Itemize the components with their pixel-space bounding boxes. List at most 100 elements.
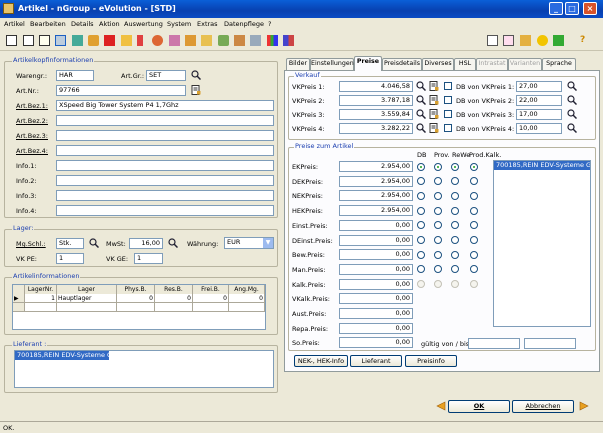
search-icon[interactable] (89, 238, 99, 248)
preis-field[interactable]: 2.954,00 (339, 175, 413, 187)
search-icon[interactable] (416, 109, 426, 119)
db-checkbox[interactable] (444, 110, 452, 118)
ok-button[interactable]: OK (448, 400, 510, 413)
db-radio[interactable] (417, 236, 425, 244)
menu-extras[interactable]: Extras (197, 20, 218, 28)
preis-field[interactable]: 2.954,00 (339, 161, 413, 172)
prodkalk-radio[interactable] (470, 191, 478, 200)
rewe-radio[interactable] (451, 250, 459, 259)
prodkalk-radio[interactable] (470, 206, 478, 215)
search-icon[interactable] (567, 95, 577, 105)
info2-field[interactable] (56, 175, 274, 186)
lager-table[interactable]: LagerNr. Lager Phys.B. Res.B. Frei.B. An… (12, 284, 266, 330)
search-icon[interactable] (416, 81, 426, 91)
home-icon[interactable] (152, 35, 163, 46)
prodkalk-radio[interactable] (470, 236, 478, 244)
warengr-field[interactable]: HAR (56, 70, 94, 81)
info3-field[interactable] (56, 190, 274, 201)
rewe-radio[interactable] (451, 206, 459, 215)
prev-arrow-icon[interactable] (436, 401, 446, 411)
db-radio[interactable] (417, 250, 425, 259)
menu-datenpflege[interactable]: Datenpflege (224, 20, 264, 28)
tab-hsl[interactable]: HSL (454, 58, 476, 70)
menu-artikel[interactable]: Artikel (4, 20, 25, 28)
bez2-field[interactable] (56, 115, 274, 126)
preis-field[interactable]: 0,00 (339, 249, 413, 261)
preis-field[interactable]: 0,00 (339, 278, 413, 290)
search-icon[interactable] (191, 70, 201, 80)
window-icon[interactable] (55, 35, 66, 46)
vkpreis-field[interactable]: 3.787,18 (339, 95, 413, 106)
prodkalk-radio[interactable] (470, 250, 478, 259)
preis-field[interactable]: 2.954,00 (339, 205, 413, 217)
statistics-icon[interactable] (283, 35, 294, 46)
search-icon[interactable] (567, 123, 577, 133)
vkpreis-field[interactable]: 4.046,58 (339, 81, 413, 92)
edit-doc-icon[interactable] (429, 123, 439, 133)
prov-radio[interactable] (434, 250, 442, 259)
help-icon[interactable]: ? (580, 35, 591, 46)
close-button[interactable]: × (583, 2, 597, 15)
table-cell[interactable]: Hauptlager (57, 294, 117, 303)
tab-preise[interactable]: Preise (354, 56, 382, 71)
folder-icon[interactable] (121, 35, 132, 46)
col-lager[interactable]: Lager (57, 285, 117, 294)
edit-doc-icon[interactable] (429, 81, 439, 91)
nek-hek-info-button[interactable]: NEK-, HEK-Info (294, 355, 348, 367)
prov-radio[interactable] (434, 162, 442, 171)
archive-icon[interactable] (201, 35, 212, 46)
prov-radio[interactable] (434, 206, 442, 215)
export-icon[interactable] (553, 35, 564, 46)
info1-field[interactable] (56, 160, 274, 171)
prov-radio[interactable] (434, 191, 442, 200)
col-physb[interactable]: Phys.B. (117, 285, 155, 294)
chevron-down-icon[interactable]: ▼ (263, 238, 273, 248)
vkpreis-field[interactable]: 3.559,84 (339, 109, 413, 120)
tab-varianten[interactable]: Varianten (508, 58, 542, 70)
bez1-field[interactable]: XSpeed Big Tower System P4 1,7Ghz (56, 100, 274, 111)
gueltig-bis-field[interactable] (524, 338, 576, 349)
col-lagernr[interactable]: LagerNr. (25, 285, 57, 294)
table-cell[interactable]: 1 (25, 294, 57, 303)
tab-einstellungen[interactable]: Einstellungen (310, 58, 354, 70)
tab-preisdetails[interactable]: Preisdetails (382, 58, 422, 70)
tab-bilder[interactable]: Bilder (286, 58, 310, 70)
cancel-icon[interactable] (39, 35, 50, 46)
db-vkpreis-field[interactable]: 22,00 (516, 95, 562, 106)
document-attach-icon[interactable] (503, 35, 514, 46)
vkge-field[interactable]: 1 (134, 253, 163, 264)
tab-intrastat[interactable]: Intrastat (476, 58, 508, 70)
waehrung-select[interactable]: EUR ▼ (224, 237, 274, 249)
lieferant-button[interactable]: Lieferant (350, 355, 402, 367)
table-cell[interactable]: 0 (117, 294, 155, 303)
col-resb[interactable]: Res.B. (155, 285, 193, 294)
list-item[interactable]: 700185,REIN EDV-Systeme GmbH (494, 161, 590, 170)
vkpreis-field[interactable]: 3.282,22 (339, 123, 413, 134)
search-doc-icon[interactable] (23, 35, 34, 46)
vkpe-field[interactable]: 1 (56, 253, 84, 264)
marker-icon[interactable] (137, 35, 143, 46)
tab-sprache[interactable]: Sprache (542, 58, 576, 70)
key-icon[interactable] (520, 35, 531, 46)
row-indicator[interactable]: ▶ (13, 294, 25, 303)
prodkalk-radio[interactable] (470, 162, 478, 171)
preis-field[interactable]: 0,00 (339, 234, 413, 246)
menu-auswertung[interactable]: Auswertung (124, 20, 163, 28)
preis-field[interactable]: 0,00 (339, 322, 413, 334)
search-icon[interactable] (567, 81, 577, 91)
preis-field[interactable]: 0,00 (339, 337, 413, 349)
menu-system[interactable]: System (167, 20, 191, 28)
menu-details[interactable]: Details (71, 20, 94, 28)
tab-diverses[interactable]: Diverses (422, 58, 454, 70)
box-icon[interactable] (234, 35, 245, 46)
mgschl-field[interactable]: Stk. (56, 238, 84, 249)
artnr-field[interactable]: 97766 (56, 85, 186, 96)
mwst-field[interactable]: 16,00 (129, 238, 163, 249)
chart-icon[interactable] (185, 35, 196, 46)
tools-icon[interactable] (169, 35, 180, 46)
db-vkpreis-field[interactable]: 17,00 (516, 109, 562, 120)
edit-icon[interactable] (72, 35, 83, 46)
edit-doc-icon[interactable] (429, 95, 439, 105)
abbrechen-button[interactable]: Abbrechen (512, 400, 574, 413)
title-bar[interactable]: Artikel - nGroup - eVolution - [STD] _ □… (0, 0, 603, 18)
